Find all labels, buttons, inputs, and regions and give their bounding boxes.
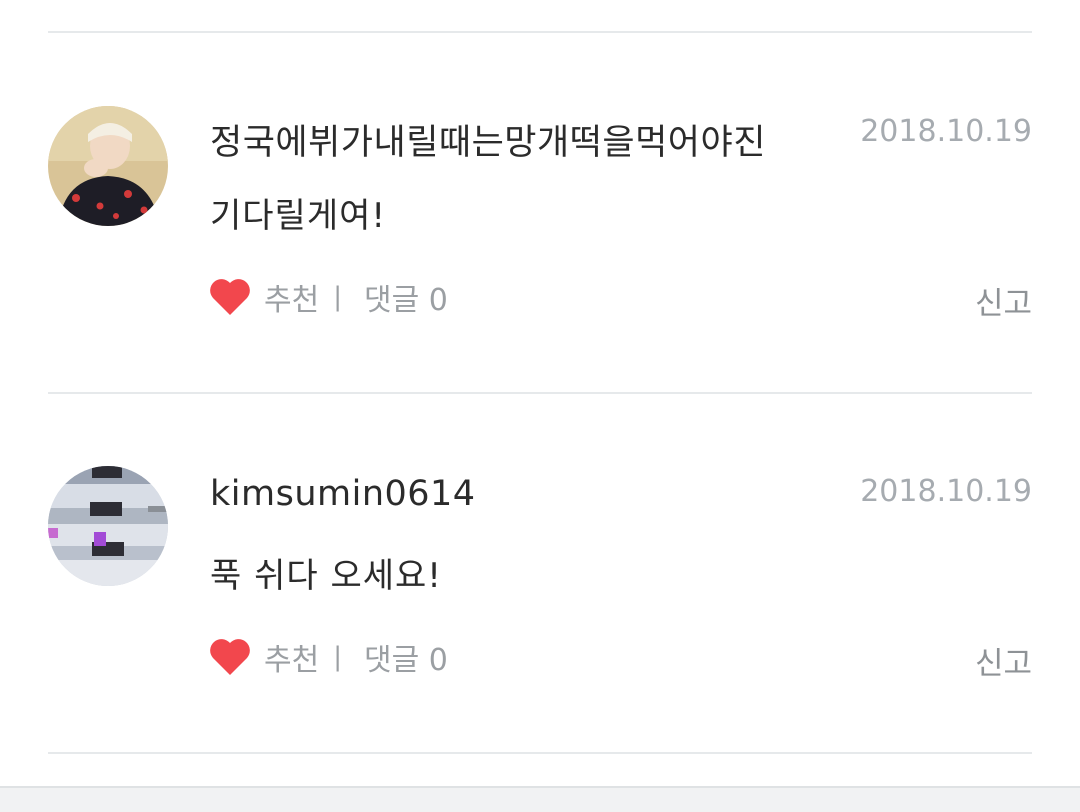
comment-actions: 추천 | 댓글 0 xyxy=(208,633,448,681)
comment-username[interactable]: 정국에뷔가내릴때는망개떡을먹어야진 xyxy=(210,114,766,165)
bottom-bar xyxy=(0,786,1080,812)
comment-item: kimsumin0614 2018.10.19 푹 쉬다 오세요! 추천 | 댓… xyxy=(0,394,1080,752)
action-separator: | xyxy=(333,282,342,312)
comment-text: 푹 쉬다 오세요! xyxy=(210,556,442,596)
heart-icon[interactable] xyxy=(208,277,252,317)
reply-count-link[interactable]: 댓글 0 xyxy=(364,635,448,679)
avatar-photo-image xyxy=(48,106,168,226)
divider-top xyxy=(48,31,1032,33)
user-avatar[interactable] xyxy=(48,466,168,586)
report-link[interactable]: 신고 xyxy=(975,638,1032,683)
comment-date: 2018.10.19 xyxy=(860,474,1032,509)
reply-count-link[interactable]: 댓글 0 xyxy=(364,275,448,319)
report-link[interactable]: 신고 xyxy=(975,278,1032,323)
recommend-label[interactable]: 추천 xyxy=(264,635,319,679)
comment-actions: 추천 | 댓글 0 xyxy=(208,273,448,321)
divider-bottom xyxy=(48,752,1032,754)
comment-item: 정국에뷔가내릴때는망개떡을먹어야진 2018.10.19 기다릴게여! 추천 |… xyxy=(0,34,1080,392)
recommend-label[interactable]: 추천 xyxy=(264,275,319,319)
heart-icon[interactable] xyxy=(208,637,252,677)
comment-username[interactable]: kimsumin0614 xyxy=(210,474,476,514)
comment-text: 기다릴게여! xyxy=(210,196,387,236)
avatar-photo-image xyxy=(48,466,168,586)
action-separator: | xyxy=(333,642,342,672)
user-avatar[interactable] xyxy=(48,106,168,226)
comment-date: 2018.10.19 xyxy=(860,114,1032,149)
